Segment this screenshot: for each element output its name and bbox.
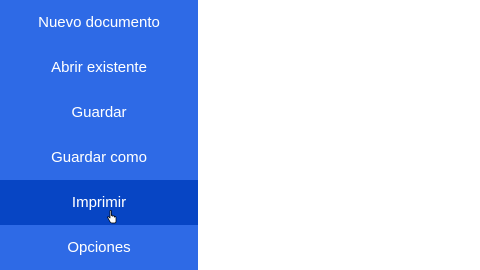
menu-item-label: Opciones <box>67 239 131 256</box>
menu-item-opciones[interactable]: Opciones <box>0 225 198 270</box>
menu-item-label: Imprimir <box>71 194 127 211</box>
menu-item-guardar-como[interactable]: Guardar como <box>0 135 198 180</box>
menu-item-guardar[interactable]: Guardar <box>0 90 198 135</box>
hand-pointer-icon <box>107 210 117 224</box>
file-menu: Nuevo documento Abrir existente Guardar … <box>0 0 198 270</box>
menu-item-imprimir[interactable]: Imprimir <box>0 180 198 225</box>
menu-item-label: Guardar <box>71 104 127 121</box>
menu-item-nuevo-documento[interactable]: Nuevo documento <box>0 0 198 45</box>
menu-item-label: Guardar como <box>51 149 147 166</box>
menu-item-label: Abrir existente <box>51 59 147 76</box>
app-window: Nuevo documento Abrir existente Guardar … <box>0 0 480 270</box>
content-area <box>198 0 480 270</box>
menu-item-label: Nuevo documento <box>38 14 160 31</box>
menu-item-abrir-existente[interactable]: Abrir existente <box>0 45 198 90</box>
